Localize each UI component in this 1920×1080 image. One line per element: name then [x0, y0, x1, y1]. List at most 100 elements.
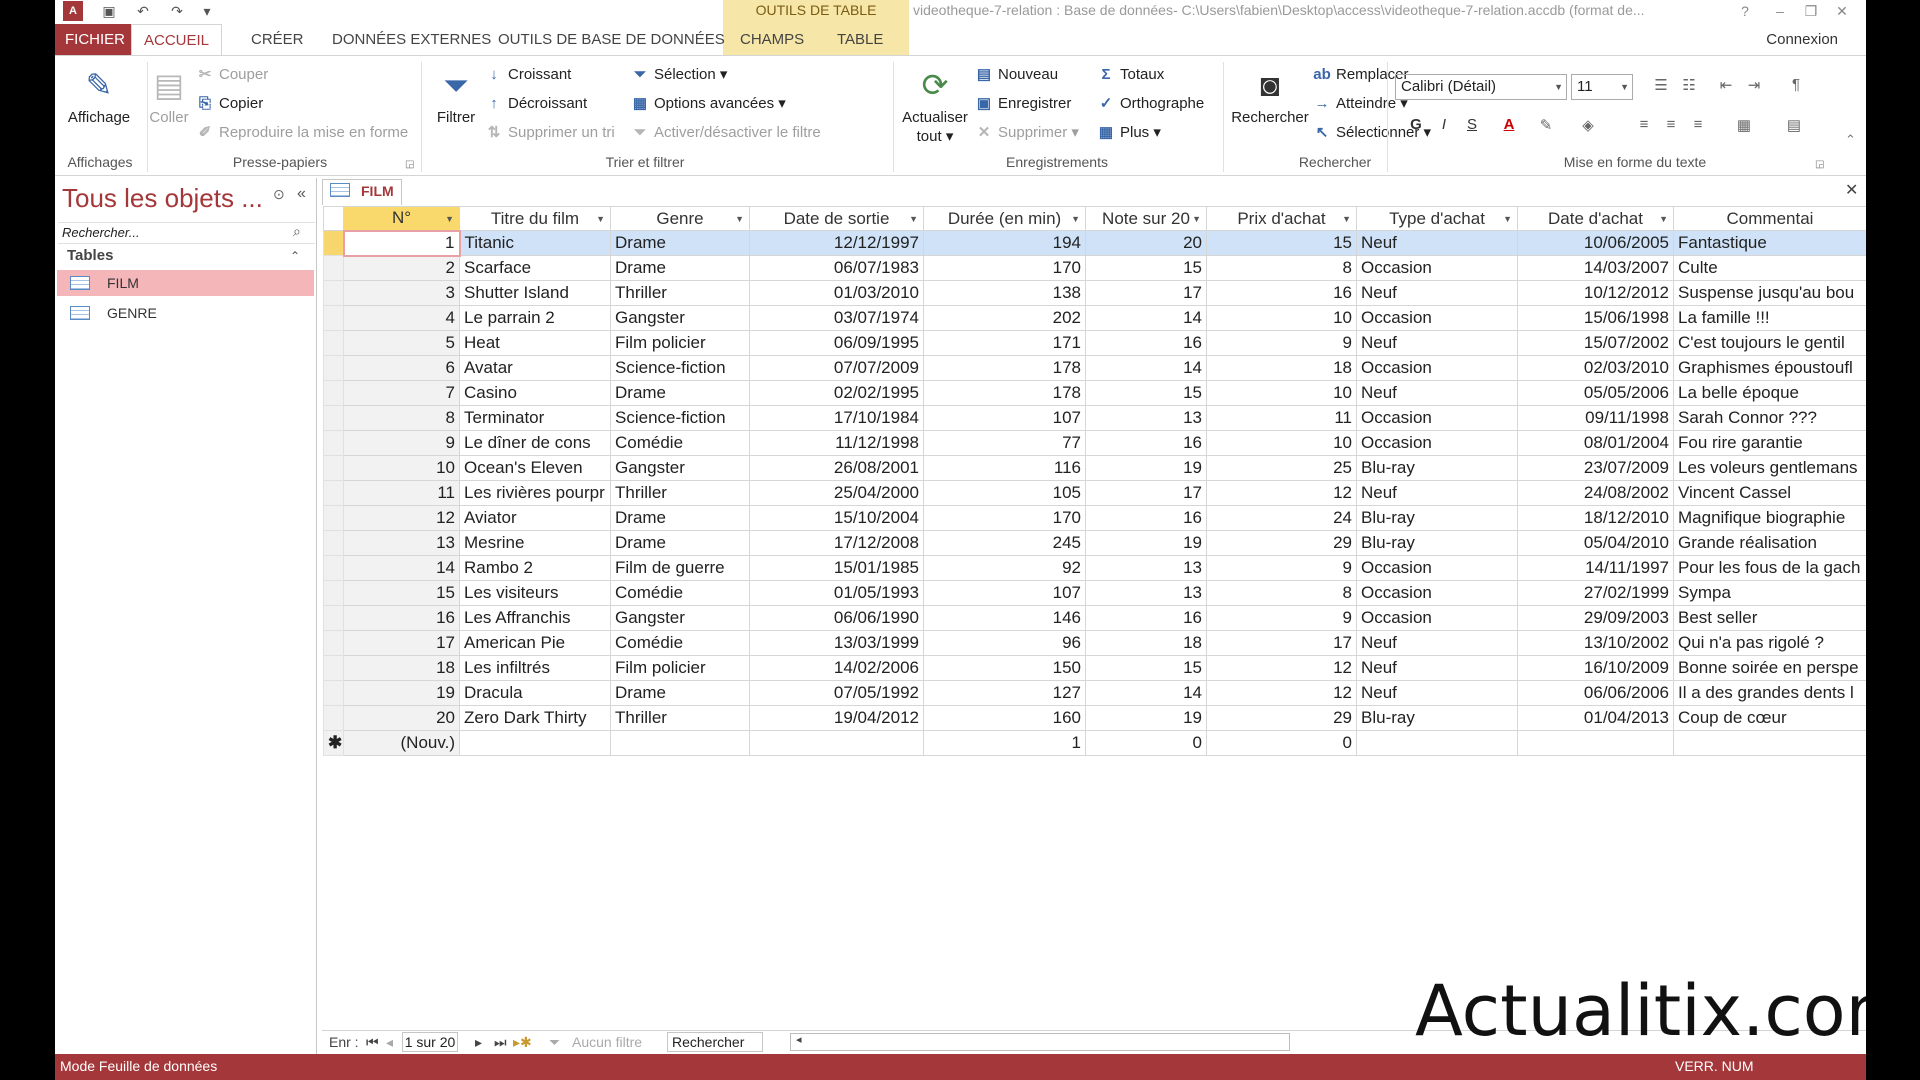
cell-col-price[interactable]: 24	[1206, 505, 1357, 531]
cell-col-title[interactable]: Le dîner de cons	[459, 430, 611, 456]
table-row[interactable]: 3 Shutter Island Thriller 01/03/2010 138 17 16…	[323, 280, 1866, 306]
cell-col-price[interactable]: 10	[1206, 305, 1357, 331]
column-header-col-duration[interactable]: Durée (en min) ▼	[923, 206, 1086, 231]
cell-col-rating[interactable]: 14	[1085, 355, 1207, 381]
tab-file[interactable]: FICHIER	[55, 24, 135, 56]
cell-col-genre[interactable]: Film de guerre	[610, 555, 750, 581]
cell-col-duration[interactable]: 170	[923, 505, 1086, 531]
column-filter-arrow-icon[interactable]: ▼	[1071, 214, 1080, 224]
cell-col-id[interactable]: (Nouv.)	[343, 730, 460, 756]
cell-col-comment[interactable]: Qui n'a pas rigolé ?	[1673, 630, 1866, 656]
cell-col-rating[interactable]: 15	[1085, 380, 1207, 406]
table-row[interactable]: 17 American Pie Comédie 13/03/1999 96 18 17 Neu…	[323, 630, 1866, 656]
cell-col-comment[interactable]: Sympa	[1673, 580, 1866, 606]
find-button[interactable]: ◙ Rechercher	[1231, 66, 1309, 127]
new-record-nav-icon[interactable]: ▸✱	[513, 1034, 532, 1051]
cell-col-duration[interactable]: 107	[923, 405, 1086, 431]
record-selector[interactable]	[323, 505, 344, 531]
cell-col-genre[interactable]: Comédie	[610, 430, 750, 456]
cell-col-duration[interactable]: 202	[923, 305, 1086, 331]
filter-status[interactable]: Aucun filtre	[572, 1034, 642, 1050]
cell-col-duration[interactable]: 178	[923, 380, 1086, 406]
cell-col-release-date[interactable]: 25/04/2000	[749, 480, 924, 506]
cell-col-id[interactable]: 11	[343, 480, 460, 506]
fill-color-icon[interactable]: ◈	[1577, 116, 1599, 134]
record-selector[interactable]	[323, 405, 344, 431]
record-selector[interactable]	[323, 530, 344, 556]
cell-col-id[interactable]: 6	[343, 355, 460, 381]
cell-col-duration[interactable]: 138	[923, 280, 1086, 306]
cell-col-purchase-type[interactable]: Neuf	[1356, 380, 1518, 406]
cell-col-id[interactable]: 12	[343, 505, 460, 531]
new-record-marker[interactable]: ✱	[323, 730, 344, 756]
record-selector[interactable]	[323, 430, 344, 456]
cell-col-rating[interactable]: 14	[1085, 305, 1207, 331]
cell-col-genre[interactable]: Comédie	[610, 630, 750, 656]
cell-col-genre[interactable]: Gangster	[610, 305, 750, 331]
delete-record-button[interactable]: ✕ Supprimer ▾	[975, 123, 1079, 143]
cell-col-comment[interactable]: C'est toujours le gentil	[1673, 330, 1866, 356]
cell-col-duration[interactable]: 171	[923, 330, 1086, 356]
cell-col-price[interactable]: 16	[1206, 280, 1357, 306]
cell-col-title[interactable]: American Pie	[459, 630, 611, 656]
save-icon[interactable]: ▣	[99, 2, 119, 20]
cell-col-duration[interactable]: 77	[923, 430, 1086, 456]
cell-col-rating[interactable]: 16	[1085, 605, 1207, 631]
align-center-icon[interactable]: ≡	[1660, 116, 1682, 133]
record-selector[interactable]	[323, 380, 344, 406]
cell-col-genre[interactable]: Drame	[610, 680, 750, 706]
cell-col-release-date[interactable]: 14/02/2006	[749, 655, 924, 681]
cell-col-purchase-date[interactable]: 18/12/2010	[1517, 505, 1674, 531]
cell-col-comment[interactable]: Fantastique	[1673, 230, 1866, 256]
cell-col-purchase-type[interactable]: Occasion	[1356, 605, 1518, 631]
cell-col-duration[interactable]: 160	[923, 705, 1086, 731]
cell-col-duration[interactable]: 170	[923, 255, 1086, 281]
cell-col-title[interactable]: Casino	[459, 380, 611, 406]
customize-qat-icon[interactable]: ▾	[197, 2, 217, 20]
column-filter-arrow-icon[interactable]: ▼	[1659, 214, 1668, 224]
cell-col-purchase-type[interactable]: Neuf	[1356, 480, 1518, 506]
column-filter-arrow-icon[interactable]: ▼	[909, 214, 918, 224]
view-button[interactable]: ✎ Affichage	[67, 66, 131, 127]
cell-col-purchase-type[interactable]: Occasion	[1356, 405, 1518, 431]
cell-col-comment[interactable]: Bonne soirée en perspe	[1673, 655, 1866, 681]
cell-col-rating[interactable]: 19	[1085, 530, 1207, 556]
cell-col-purchase-date[interactable]: 29/09/2003	[1517, 605, 1674, 631]
cell-col-title[interactable]: Titanic	[459, 230, 611, 256]
cut-button[interactable]: ✂ Couper	[196, 65, 269, 85]
cell-col-release-date[interactable]: 01/03/2010	[749, 280, 924, 306]
cell-col-rating[interactable]: 15	[1085, 655, 1207, 681]
cell-col-rating[interactable]: 14	[1085, 680, 1207, 706]
table-row[interactable]: 20 Zero Dark Thirty Thriller 19/04/2012 160 1…	[323, 705, 1866, 731]
record-selector[interactable]	[323, 580, 344, 606]
column-header-col-release-date[interactable]: Date de sortie ▼	[749, 206, 924, 231]
restore-button[interactable]: ❐	[1797, 0, 1825, 22]
nav-section-tables[interactable]: Tables	[67, 247, 113, 264]
cell-col-price[interactable]: 29	[1206, 530, 1357, 556]
collapse-ribbon-icon[interactable]: ⌃	[1845, 132, 1856, 148]
cell-col-id[interactable]: 7	[343, 380, 460, 406]
column-filter-arrow-icon[interactable]: ▼	[1192, 214, 1201, 224]
cell-col-release-date[interactable]: 06/07/1983	[749, 255, 924, 281]
cell-col-duration[interactable]: 92	[923, 555, 1086, 581]
cell-col-comment[interactable]: Coup de cœur	[1673, 705, 1866, 731]
cell-col-rating[interactable]: 13	[1085, 580, 1207, 606]
gridlines-icon[interactable]: ▦	[1733, 116, 1755, 134]
collapse-section-icon[interactable]: ⌃	[290, 249, 300, 263]
cell-col-id[interactable]: 10	[343, 455, 460, 481]
cell-col-comment[interactable]	[1673, 730, 1866, 756]
cell-col-purchase-date[interactable]: 01/04/2013	[1517, 705, 1674, 731]
increase-indent-icon[interactable]: ⇥	[1743, 76, 1765, 94]
cell-col-id[interactable]: 8	[343, 405, 460, 431]
cell-col-purchase-type[interactable]: Occasion	[1356, 430, 1518, 456]
cell-col-release-date[interactable]: 02/02/1995	[749, 380, 924, 406]
cell-col-comment[interactable]: La belle époque	[1673, 380, 1866, 406]
table-row[interactable]: 15 Les visiteurs Comédie 01/05/1993 107 13 8 Oc…	[323, 580, 1866, 606]
cell-col-release-date[interactable]: 13/03/1999	[749, 630, 924, 656]
alternate-row-color-icon[interactable]: ▤	[1783, 116, 1805, 134]
cell-col-price[interactable]: 10	[1206, 430, 1357, 456]
cell-col-purchase-date[interactable]: 16/10/2009	[1517, 655, 1674, 681]
dialog-launcher-icon[interactable]: ◲	[1815, 159, 1824, 170]
cell-col-purchase-type[interactable]: Neuf	[1356, 280, 1518, 306]
cell-col-duration[interactable]: 1	[923, 730, 1086, 756]
